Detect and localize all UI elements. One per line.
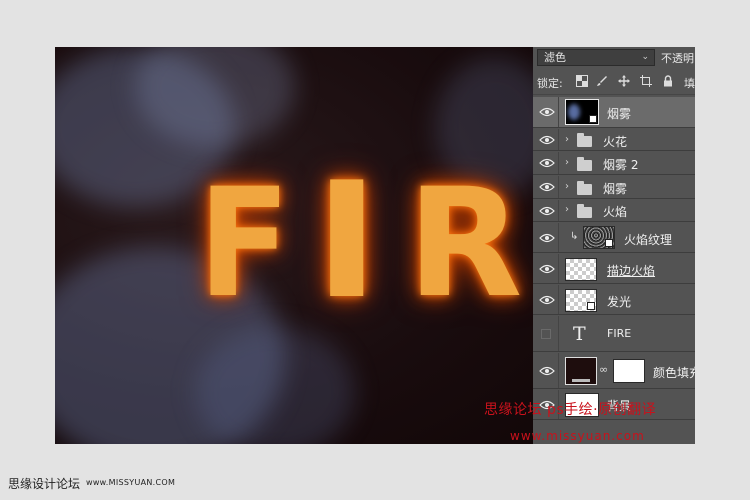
layers-panel: 滤色 ⌄ 不透明 锁定: 填 烟雾 › 火花 › 烟雾 2 › 烟雾 › 火焰 … xyxy=(533,47,695,444)
lock-transparency-icon[interactable] xyxy=(575,75,589,89)
layer-row[interactable]: 发光 xyxy=(533,285,695,315)
chevron-right-icon[interactable]: › xyxy=(565,134,569,145)
fill-adjustment-badge xyxy=(572,379,590,382)
layer-name[interactable]: 发光 xyxy=(607,293,631,310)
smart-object-badge xyxy=(605,239,613,247)
lock-artboard-icon[interactable] xyxy=(639,75,653,89)
layer-name[interactable]: 火花 xyxy=(603,133,627,150)
chevron-down-icon: ⌄ xyxy=(641,52,649,62)
screenshot: F I R 滤色 ⌄ 不透明 锁定: 填 烟雾 › 火花 › 烟雾 2 › 烟雾… xyxy=(0,0,750,500)
smoke-thumb-art xyxy=(568,104,580,120)
layer-mask-thumbnail xyxy=(613,359,645,383)
layer-name[interactable]: 烟雾 xyxy=(603,180,627,197)
fire-letter: F xyxy=(198,157,291,331)
watermark-text: 思缘论坛 ps手绘·原创翻译 xyxy=(484,402,657,418)
layer-name[interactable]: 烟雾 2 xyxy=(603,156,638,173)
fill-color-thumbnail xyxy=(565,357,597,385)
layer-name[interactable]: 颜色填充 xyxy=(653,364,695,381)
fire-letter: R xyxy=(407,157,523,331)
eye-icon[interactable] xyxy=(539,233,555,243)
fill-label[interactable]: 填 xyxy=(684,75,695,91)
document-canvas[interactable]: F I R xyxy=(55,47,545,444)
eye-icon[interactable] xyxy=(539,107,555,117)
folder-icon xyxy=(577,133,592,147)
layer-name[interactable]: FIRE xyxy=(607,327,631,340)
layer-row[interactable]: 描边火焰 xyxy=(533,254,695,284)
layer-thumbnail xyxy=(583,226,615,249)
layer-group-row[interactable]: › 火焰 xyxy=(533,200,695,222)
footer-site-name: 思缘设计论坛 xyxy=(8,477,81,491)
blend-mode-select[interactable]: 滤色 ⌄ xyxy=(537,49,655,66)
layer-row[interactable]: 烟雾 xyxy=(533,97,695,128)
layer-group-row[interactable]: › 烟雾 xyxy=(533,176,695,199)
eye-icon[interactable] xyxy=(539,366,555,376)
folder-icon xyxy=(577,157,592,171)
smart-object-badge xyxy=(587,302,595,310)
layer-name[interactable]: 描边火焰 xyxy=(607,262,655,279)
layer-name[interactable]: 烟雾 xyxy=(607,105,631,122)
layer-row[interactable]: ↳ 火焰纹理 xyxy=(533,223,695,253)
layer-group-row[interactable]: › 火花 xyxy=(533,129,695,151)
layer-thumbnail xyxy=(565,99,599,125)
smart-object-badge xyxy=(589,115,597,123)
lock-row: 锁定: 填 xyxy=(533,71,695,95)
hidden-visibility-box[interactable] xyxy=(541,329,551,339)
folder-icon xyxy=(577,204,592,218)
eye-icon[interactable] xyxy=(539,135,555,145)
layer-row[interactable]: ∞ 颜色填充 xyxy=(533,353,695,389)
chevron-right-icon[interactable]: › xyxy=(565,157,569,168)
layer-row[interactable]: T FIRE xyxy=(533,316,695,352)
layer-name[interactable]: 火焰纹理 xyxy=(624,231,672,248)
layer-name[interactable]: 火焰 xyxy=(603,203,627,220)
lock-brush-icon[interactable] xyxy=(595,75,609,89)
blend-mode-value: 滤色 xyxy=(544,51,566,64)
link-chain-icon[interactable]: ∞ xyxy=(599,363,608,376)
type-layer-icon: T xyxy=(573,323,586,345)
chevron-right-icon[interactable]: › xyxy=(565,204,569,215)
chevron-right-icon[interactable]: › xyxy=(565,181,569,192)
lock-label: 锁定: xyxy=(537,77,563,90)
clipping-arrow-icon: ↳ xyxy=(570,231,579,242)
eye-icon[interactable] xyxy=(539,158,555,168)
blend-row: 滤色 ⌄ 不透明 xyxy=(533,47,695,69)
layer-group-row[interactable]: › 烟雾 2 xyxy=(533,152,695,175)
footer-site-url: www.MISSYUAN.COM xyxy=(86,478,176,487)
opacity-label[interactable]: 不透明 xyxy=(661,50,694,66)
eye-icon[interactable] xyxy=(539,295,555,305)
watermark-url: www.missyuan.com xyxy=(510,429,645,443)
eye-icon[interactable] xyxy=(539,206,555,216)
lock-move-icon[interactable] xyxy=(617,75,631,89)
layer-thumbnail xyxy=(565,258,597,281)
fire-letter: I xyxy=(314,147,380,334)
layer-thumbnail xyxy=(565,289,597,312)
lock-all-icon[interactable] xyxy=(661,75,675,89)
eye-icon[interactable] xyxy=(539,264,555,274)
eye-icon[interactable] xyxy=(539,182,555,192)
smoke-cloud xyxy=(195,327,355,444)
folder-icon xyxy=(577,181,592,195)
